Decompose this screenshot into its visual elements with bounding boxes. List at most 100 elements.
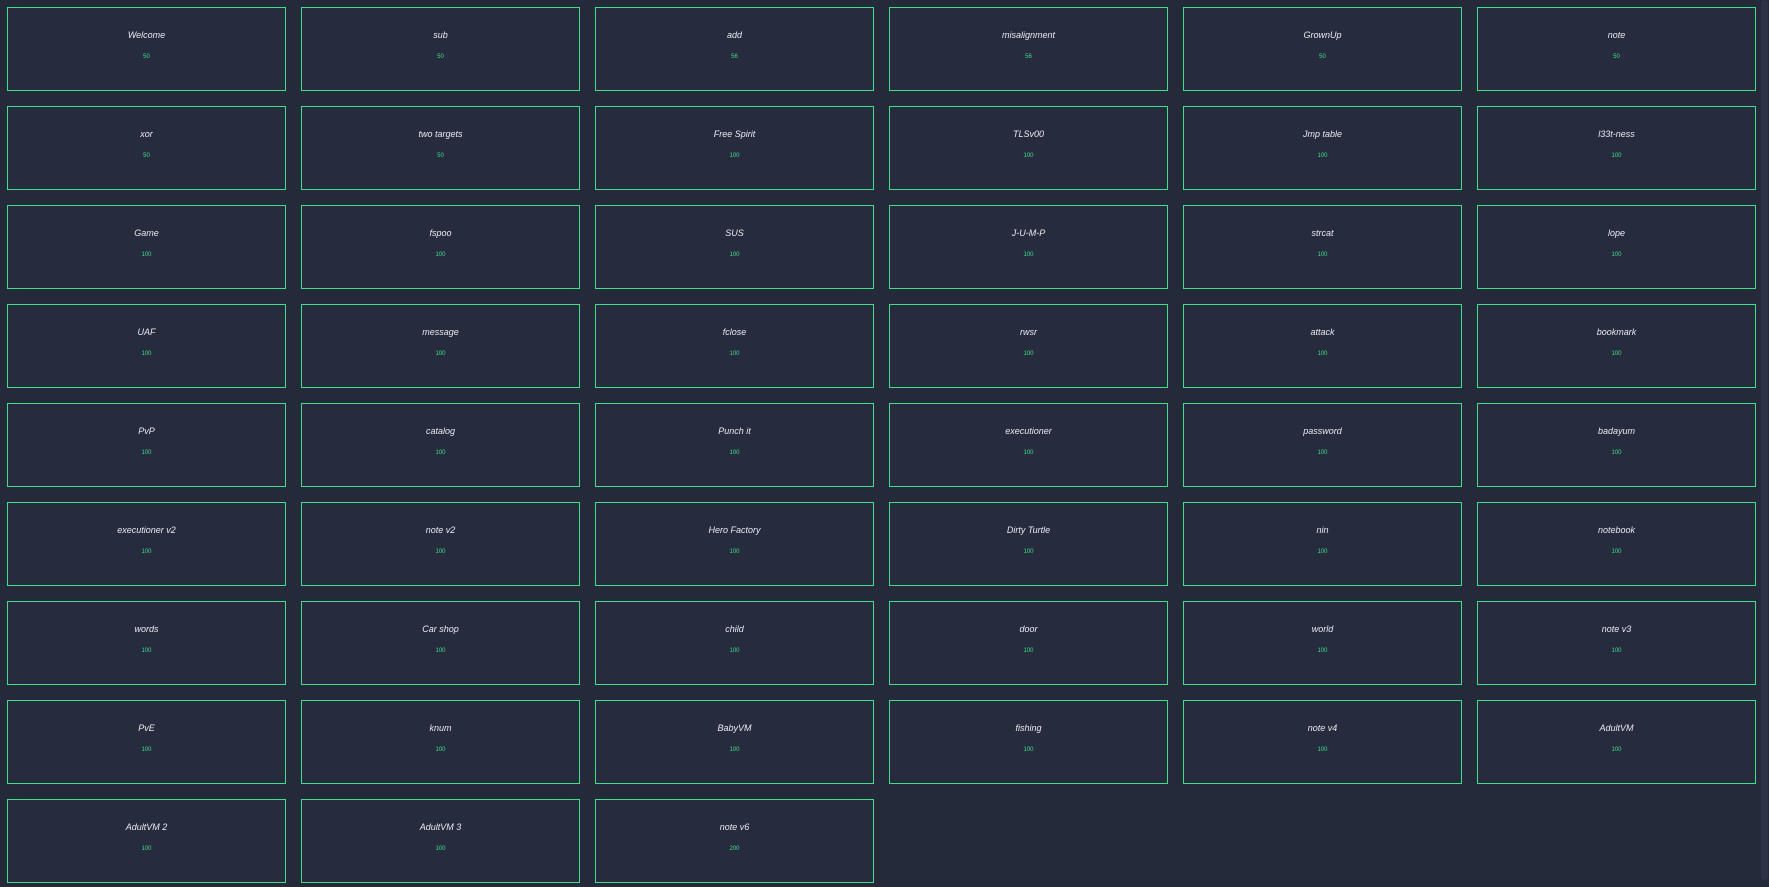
challenge-card[interactable]: l33t-ness 100 [1477, 106, 1756, 190]
challenge-points: 100 [141, 252, 152, 258]
challenge-card[interactable]: world 100 [1183, 601, 1462, 685]
challenge-card[interactable]: AdultVM 100 [1477, 700, 1756, 784]
challenge-points: 100 [1023, 549, 1034, 555]
challenge-card[interactable]: fclose 100 [595, 304, 874, 388]
challenge-title: AdultVM 2 [125, 822, 168, 832]
challenge-card[interactable]: Dirty Turtle 100 [889, 502, 1168, 586]
challenge-points: 100 [435, 351, 446, 357]
challenge-points: 100 [1317, 252, 1328, 258]
challenge-card[interactable]: SUS 100 [595, 205, 874, 289]
challenge-card[interactable]: add 56 [595, 7, 874, 91]
challenge-card[interactable]: note v4 100 [1183, 700, 1462, 784]
challenge-card[interactable]: GrownUp 50 [1183, 7, 1462, 91]
challenge-card[interactable]: Punch it 100 [595, 403, 874, 487]
challenge-card[interactable]: Jmp table 100 [1183, 106, 1462, 190]
challenge-points: 100 [729, 153, 740, 159]
challenge-card[interactable]: Game 100 [7, 205, 286, 289]
challenge-points: 100 [1611, 549, 1622, 555]
challenge-card[interactable]: message 100 [301, 304, 580, 388]
challenge-title: add [726, 30, 743, 40]
challenge-card[interactable]: notebook 100 [1477, 502, 1756, 586]
challenge-card[interactable]: fishing 100 [889, 700, 1168, 784]
challenge-card[interactable]: bookmark 100 [1477, 304, 1756, 388]
challenge-points: 100 [1317, 351, 1328, 357]
challenge-title: door [1019, 624, 1038, 634]
challenge-title: note v3 [1601, 624, 1632, 634]
challenge-card[interactable]: child 100 [595, 601, 874, 685]
challenge-card[interactable]: note v2 100 [301, 502, 580, 586]
challenge-card[interactable]: AdultVM 3 100 [301, 799, 580, 883]
challenge-points: 100 [1317, 450, 1328, 456]
challenge-title: bookmark [1596, 327, 1637, 337]
challenge-points: 100 [1611, 747, 1622, 753]
challenge-card[interactable]: rwsr 100 [889, 304, 1168, 388]
challenge-title: Car shop [422, 624, 459, 634]
challenge-card[interactable]: BabyVM 100 [595, 700, 874, 784]
challenge-points: 100 [141, 351, 152, 357]
challenge-title: fishing [1015, 723, 1042, 733]
challenge-points: 100 [1317, 153, 1328, 159]
challenge-card[interactable]: Welcome 50 [7, 7, 286, 91]
challenge-title: misalignment [1001, 30, 1056, 40]
challenge-points: 100 [1023, 450, 1034, 456]
challenge-card[interactable]: Car shop 100 [301, 601, 580, 685]
challenge-points: 100 [435, 648, 446, 654]
challenge-title: AdultVM [1599, 723, 1634, 733]
challenge-title: SUS [725, 228, 744, 238]
challenge-points: 100 [1611, 252, 1622, 258]
challenge-points: 100 [729, 549, 740, 555]
scrollbar-thumb[interactable] [1761, 0, 1768, 880]
challenge-title: l33t-ness [1598, 129, 1635, 139]
challenge-title: knum [429, 723, 452, 733]
challenge-card[interactable]: note v6 200 [595, 799, 874, 883]
challenge-title: TLSv00 [1012, 129, 1045, 139]
challenge-points: 100 [435, 846, 446, 852]
challenge-card[interactable]: TLSv00 100 [889, 106, 1168, 190]
challenge-card[interactable]: executioner 100 [889, 403, 1168, 487]
challenge-points: 200 [729, 846, 740, 852]
challenge-card[interactable]: sub 50 [301, 7, 580, 91]
challenge-card[interactable]: PvE 100 [7, 700, 286, 784]
challenge-points: 100 [141, 648, 152, 654]
challenge-card[interactable]: executioner v2 100 [7, 502, 286, 586]
challenge-card[interactable]: fspoo 100 [301, 205, 580, 289]
challenge-card[interactable]: misalignment 56 [889, 7, 1168, 91]
challenge-card[interactable]: Free Spirit 100 [595, 106, 874, 190]
challenge-points: 100 [435, 549, 446, 555]
challenge-card[interactable]: note v3 100 [1477, 601, 1756, 685]
challenge-card[interactable]: PvP 100 [7, 403, 286, 487]
challenge-title: note v2 [425, 525, 456, 535]
challenge-card[interactable]: Hero Factory 100 [595, 502, 874, 586]
challenge-card[interactable]: knum 100 [301, 700, 580, 784]
challenge-grid: Welcome 50 sub 50 add 56 misalignment 56 GrownUp… [7, 7, 1757, 883]
challenge-card[interactable]: password 100 [1183, 403, 1462, 487]
challenge-card[interactable]: nin 100 [1183, 502, 1462, 586]
challenge-card[interactable]: strcat 100 [1183, 205, 1462, 289]
challenge-card[interactable]: catalog 100 [301, 403, 580, 487]
challenge-title: rwsr [1020, 327, 1037, 337]
challenge-title: notebook [1597, 525, 1636, 535]
challenge-card[interactable]: note 50 [1477, 7, 1756, 91]
challenge-title: Jmp table [1302, 129, 1343, 139]
challenge-title: note [1607, 30, 1626, 40]
challenge-card[interactable]: two targets 50 [301, 106, 580, 190]
challenge-title: Game [134, 228, 159, 238]
challenge-title: Punch it [718, 426, 751, 436]
challenge-title: Welcome [127, 30, 166, 40]
challenge-points: 100 [729, 252, 740, 258]
challenge-card[interactable]: J-U-M-P 100 [889, 205, 1168, 289]
challenge-title: lope [1607, 228, 1625, 238]
challenge-points: 100 [1317, 648, 1328, 654]
challenge-points: 100 [435, 252, 446, 258]
challenge-card[interactable]: UAF 100 [7, 304, 286, 388]
challenge-card[interactable]: AdultVM 2 100 [7, 799, 286, 883]
challenge-card[interactable]: words 100 [7, 601, 286, 685]
challenge-title: attack [1310, 327, 1335, 337]
challenge-card[interactable]: badayum 100 [1477, 403, 1756, 487]
challenge-title: catalog [425, 426, 456, 436]
challenge-card[interactable]: lope 100 [1477, 205, 1756, 289]
challenge-title: fspoo [429, 228, 452, 238]
challenge-card[interactable]: attack 100 [1183, 304, 1462, 388]
challenge-card[interactable]: door 100 [889, 601, 1168, 685]
challenge-card[interactable]: xor 50 [7, 106, 286, 190]
